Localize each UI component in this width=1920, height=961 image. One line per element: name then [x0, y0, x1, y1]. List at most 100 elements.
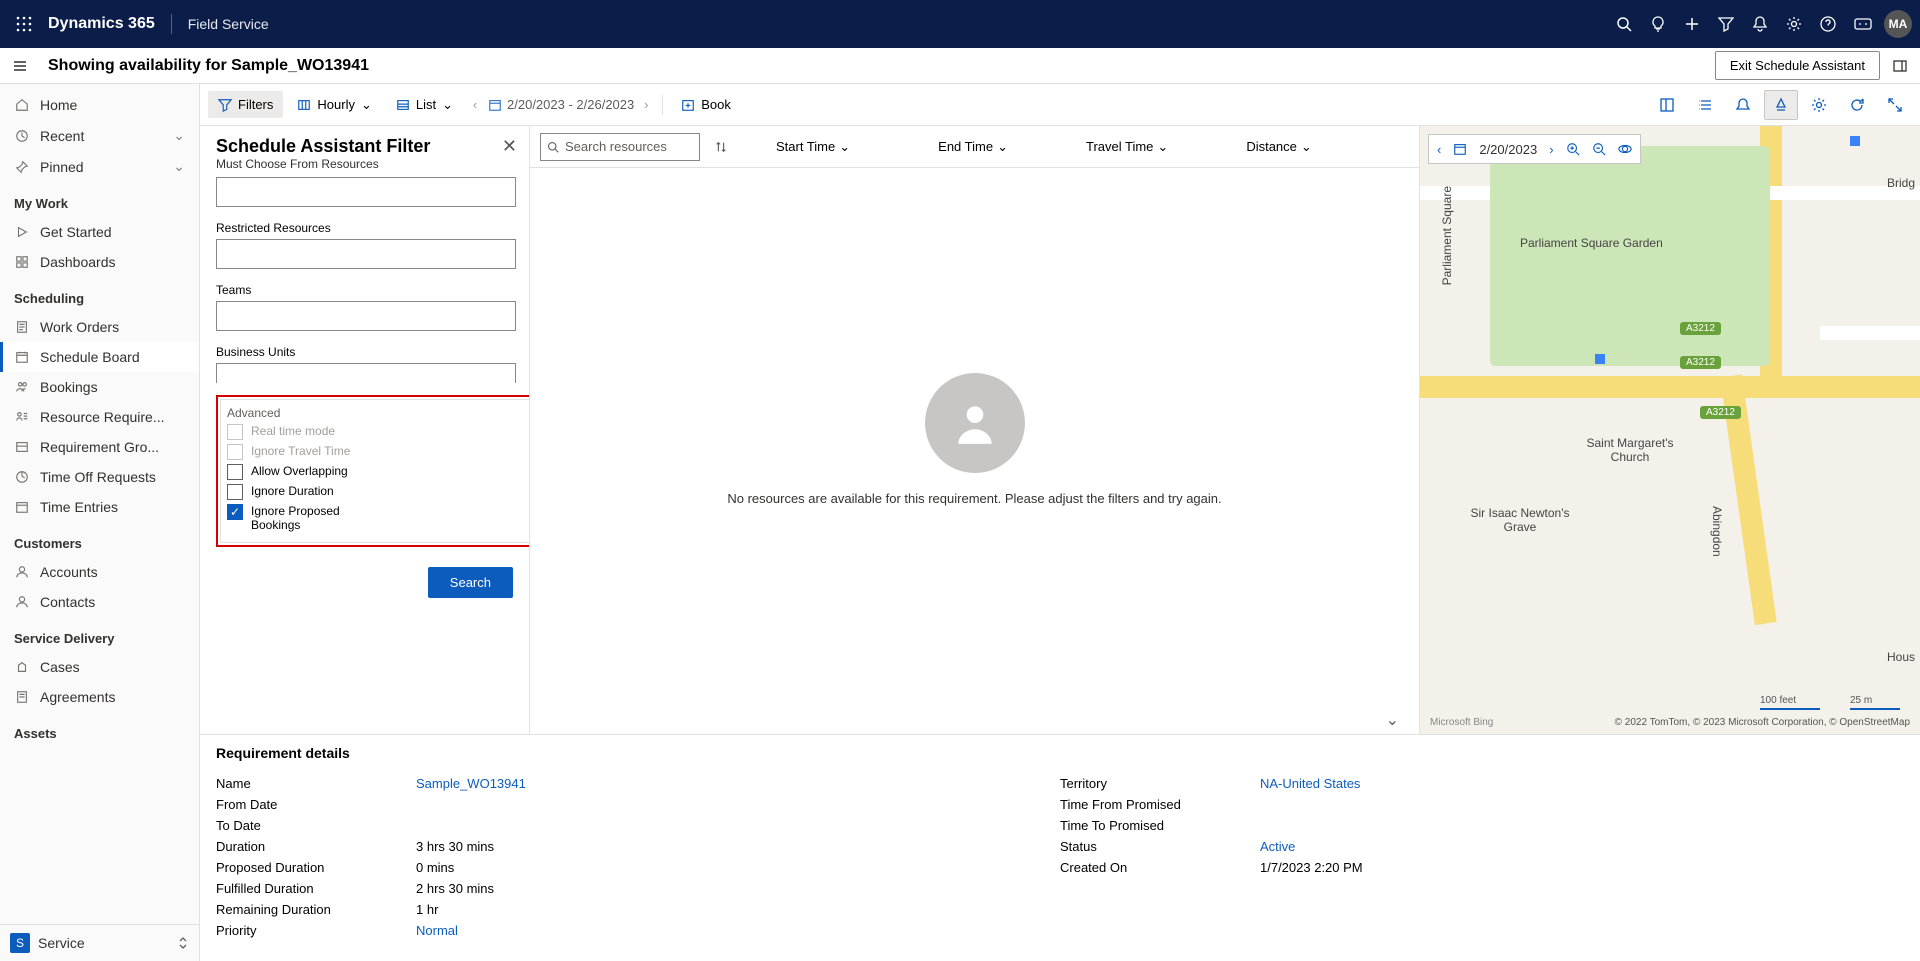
- checkbox-icon[interactable]: [227, 484, 243, 500]
- help-icon[interactable]: [1820, 16, 1836, 32]
- sidebar-item-requirement-groups[interactable]: Requirement Gro...: [0, 432, 199, 462]
- checkbox-icon[interactable]: [227, 464, 243, 480]
- teams-input[interactable]: [216, 301, 516, 331]
- detail-key: From Date: [216, 797, 416, 812]
- chevron-down-icon: ⌄: [361, 97, 372, 113]
- sidebar-item-label: Agreements: [40, 689, 115, 705]
- must-choose-input[interactable]: [216, 177, 516, 207]
- account-icon: [14, 564, 30, 580]
- sidebar-item-cases[interactable]: Cases: [0, 652, 199, 682]
- detail-link[interactable]: Active: [1260, 839, 1295, 854]
- bell2-icon[interactable]: [1726, 90, 1760, 120]
- detail-link[interactable]: NA-United States: [1260, 776, 1360, 791]
- sidebar-item-label: Work Orders: [40, 319, 119, 335]
- calendar-icon[interactable]: [487, 97, 503, 113]
- app-name[interactable]: Field Service: [188, 16, 269, 32]
- calendar-icon[interactable]: [1453, 142, 1467, 156]
- chevron-down-icon[interactable]: ⌄: [1386, 710, 1399, 734]
- sidebar-item-get-started[interactable]: Get Started: [0, 217, 199, 247]
- brand-name[interactable]: Dynamics 365: [48, 15, 155, 33]
- map-canvas[interactable]: Parliament Square Parliament Square Gard…: [1420, 126, 1920, 734]
- bell-icon[interactable]: [1752, 16, 1768, 32]
- ignore-proposed-option[interactable]: ✓Ignore Proposed Bookings: [227, 504, 377, 532]
- sort-icon[interactable]: [714, 140, 728, 154]
- bu-input[interactable]: [216, 363, 516, 383]
- list2-icon[interactable]: [1688, 90, 1722, 120]
- filter-icon[interactable]: [1718, 16, 1734, 32]
- play-icon: [14, 224, 30, 240]
- zoom-in-icon[interactable]: [1566, 142, 1580, 156]
- checkbox-checked-icon[interactable]: ✓: [227, 504, 243, 520]
- sidebar-item-dashboards[interactable]: Dashboards: [0, 247, 199, 277]
- board-icon[interactable]: [1650, 90, 1684, 120]
- assistant-icon[interactable]: [1854, 16, 1872, 32]
- sidebar-item-accounts[interactable]: Accounts: [0, 557, 199, 587]
- col-travel-time[interactable]: Travel Time ⌄: [1086, 139, 1168, 155]
- area-switcher[interactable]: S Service: [0, 924, 199, 961]
- map-marker: [1595, 354, 1605, 364]
- map-marker: [1850, 136, 1860, 146]
- app-launcher-icon[interactable]: [8, 8, 40, 40]
- sidebar-item-bookings[interactable]: Bookings: [0, 372, 199, 402]
- close-icon[interactable]: ✕: [502, 136, 517, 157]
- gear-icon[interactable]: [1786, 16, 1802, 32]
- detail-key: Name: [216, 776, 416, 791]
- view-hourly-button[interactable]: Hourly⌄: [287, 91, 381, 119]
- fullscreen-icon[interactable]: [1878, 90, 1912, 120]
- sidebar-item-work-orders[interactable]: Work Orders: [0, 312, 199, 342]
- lightbulb-icon[interactable]: [1650, 16, 1666, 32]
- user-avatar[interactable]: MA: [1884, 10, 1912, 38]
- map-panel[interactable]: ‹ 2/20/2023 › Parliament Square: [1420, 126, 1920, 734]
- map-toggle-icon[interactable]: [1764, 90, 1798, 120]
- col-start-time[interactable]: Start Time ⌄: [776, 139, 850, 155]
- map-attribution: © 2022 TomTom, © 2023 Microsoft Corporat…: [1615, 717, 1910, 728]
- search-resources-input[interactable]: Search resources: [540, 133, 700, 161]
- sidebar-item-contacts[interactable]: Contacts: [0, 587, 199, 617]
- sidebar-item-schedule-board[interactable]: Schedule Board: [0, 342, 199, 372]
- sidebar-item-label: Time Off Requests: [40, 469, 156, 485]
- map-label: Saint Margaret's Church: [1570, 436, 1690, 464]
- ignore-travel-option: Ignore Travel Time: [227, 444, 377, 460]
- filter-panel: ✕ Schedule Assistant Filter Must Choose …: [200, 126, 530, 734]
- date-range[interactable]: 2/20/2023 - 2/26/2023: [507, 97, 634, 112]
- case-icon: [14, 659, 30, 675]
- sidebar-item-home[interactable]: Home: [0, 90, 199, 120]
- book-button[interactable]: Book: [671, 91, 741, 118]
- plus-icon[interactable]: [1684, 16, 1700, 32]
- sidebar-item-time-entries[interactable]: Time Entries: [0, 492, 199, 522]
- view-list-button[interactable]: List⌄: [386, 91, 463, 119]
- expand-icon[interactable]: [1892, 58, 1908, 74]
- sidebar-item-resource-req[interactable]: Resource Require...: [0, 402, 199, 432]
- sidebar-item-time-off[interactable]: Time Off Requests: [0, 462, 199, 492]
- map-road-badge: A3212: [1680, 322, 1721, 335]
- exit-schedule-assistant-button[interactable]: Exit Schedule Assistant: [1715, 51, 1880, 80]
- search-button[interactable]: Search: [428, 567, 513, 598]
- gear2-icon[interactable]: [1802, 90, 1836, 120]
- sidebar-item-pinned[interactable]: Pinned⌄: [0, 151, 199, 182]
- map-next-icon[interactable]: ›: [1549, 142, 1553, 157]
- hamburger-icon[interactable]: [12, 58, 28, 74]
- sidebar-item-label: Dashboards: [40, 254, 116, 270]
- zoom-out-icon[interactable]: [1592, 142, 1606, 156]
- restricted-input[interactable]: [216, 239, 516, 269]
- locate-icon[interactable]: [1618, 142, 1632, 156]
- col-end-time[interactable]: End Time ⌄: [938, 139, 1008, 155]
- refresh-icon[interactable]: [1840, 90, 1874, 120]
- sidebar-item-recent[interactable]: Recent⌄: [0, 120, 199, 151]
- map-prev-icon[interactable]: ‹: [1437, 142, 1441, 157]
- search-icon[interactable]: [1616, 16, 1632, 32]
- detail-link[interactable]: Sample_WO13941: [416, 776, 526, 791]
- sidebar-item-label: Contacts: [40, 594, 95, 610]
- area-label: Service: [38, 935, 85, 951]
- detail-value: 3 hrs 30 mins: [416, 839, 494, 854]
- map-date[interactable]: 2/20/2023: [1479, 142, 1537, 157]
- next-icon[interactable]: ›: [638, 97, 654, 113]
- prev-icon[interactable]: ‹: [467, 97, 483, 113]
- sidebar-item-agreements[interactable]: Agreements: [0, 682, 199, 712]
- section-my-work: My Work: [0, 182, 199, 217]
- detail-link[interactable]: Normal: [416, 923, 458, 938]
- ignore-duration-option[interactable]: Ignore Duration: [227, 484, 377, 500]
- allow-overlap-option[interactable]: Allow Overlapping: [227, 464, 377, 480]
- filters-button[interactable]: Filters: [208, 91, 283, 118]
- col-distance[interactable]: Distance ⌄: [1246, 139, 1311, 155]
